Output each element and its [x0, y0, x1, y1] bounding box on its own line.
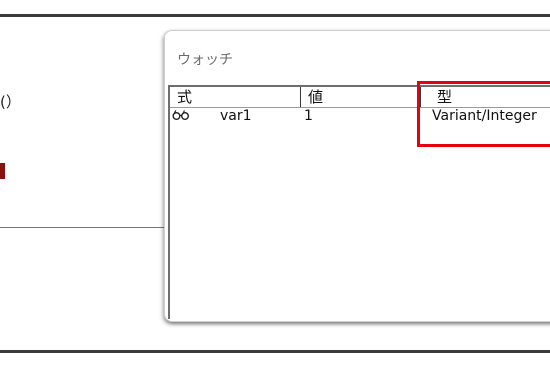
watch-value-cell[interactable]: 1: [304, 108, 313, 124]
background-red-marker: [0, 163, 5, 179]
watch-expression-cell[interactable]: var1: [220, 108, 252, 124]
background-parenthesis-text: (）: [0, 93, 21, 111]
column-header-expression[interactable]: 式: [170, 87, 301, 107]
watch-window-title: ウォッチ: [177, 52, 233, 68]
column-header-value[interactable]: 値: [301, 87, 421, 107]
watch-glasses-icon: [172, 110, 189, 120]
type-column-highlight: [417, 81, 550, 147]
watch-window[interactable]: ウォッチ 式 値 型 var1 1 Variant/Integer: [164, 30, 550, 322]
background-divider: [0, 227, 170, 228]
